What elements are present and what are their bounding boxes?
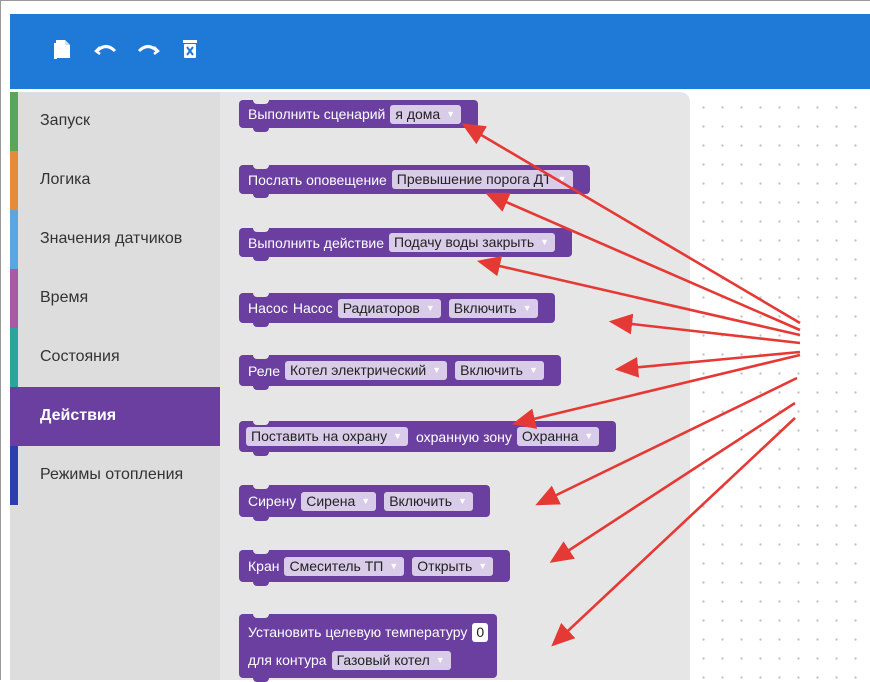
dropdown-arrow-icon: ▼ — [389, 560, 399, 571]
dropdown-arrow-icon: ▼ — [478, 560, 488, 571]
block-label: Выполнить сценарий — [248, 106, 386, 122]
block-send-notification[interactable]: Послать оповещение Превышение порога ДТ ▼ — [239, 165, 590, 198]
dropdown-value: Поставить на охрану — [251, 428, 388, 444]
block-label: Сирену — [248, 493, 297, 509]
category-sensor-values[interactable]: Значения датчиков — [10, 210, 220, 269]
circuit-dropdown[interactable]: Газовый котел ▼ — [331, 650, 451, 670]
block-valve[interactable]: Кран Смеситель ТП ▼ Открыть ▼ — [239, 550, 511, 586]
siren-state-dropdown[interactable]: Включить ▼ — [384, 491, 473, 511]
scenario-dropdown[interactable]: я дома ▼ — [390, 104, 462, 124]
category-heating-modes[interactable]: Режимы отопления — [10, 446, 220, 505]
category-actions[interactable]: Действия — [10, 387, 220, 446]
copy-icon[interactable] — [50, 38, 78, 66]
category-color-bar — [10, 210, 18, 269]
block-label: Насос — [292, 300, 333, 316]
block-label: Реле — [248, 362, 280, 379]
block-row: для контура Газовый котел ▼ — [248, 650, 459, 670]
category-color-bar — [10, 387, 18, 446]
block-set-target-temperature[interactable]: Установить целевую температуру 0 для кон… — [239, 614, 498, 682]
notification-dropdown[interactable]: Превышение порога ДТ ▼ — [391, 170, 573, 189]
category-label: Значения датчиков — [40, 230, 183, 247]
pump-dropdown[interactable]: Радиаторов ▼ — [337, 298, 441, 318]
category-label: Время — [40, 289, 89, 306]
dropdown-arrow-icon: ▼ — [458, 495, 467, 506]
arm-mode-dropdown[interactable]: Поставить на охрану ▼ — [246, 427, 409, 446]
relay-state-dropdown[interactable]: Включить ▼ — [455, 361, 544, 380]
dropdown-value: Открыть — [417, 557, 473, 574]
dropdown-arrow-icon: ▼ — [425, 302, 435, 313]
block-label: Установить целевую температуру — [248, 624, 468, 640]
category-label: Режимы отопления — [40, 466, 184, 483]
category-label: Запуск — [40, 112, 91, 129]
category-states[interactable]: Состояния — [10, 328, 220, 387]
category-start[interactable]: Запуск — [10, 92, 220, 151]
dropdown-value: Котел электрический — [290, 362, 427, 378]
dropdown-arrow-icon: ▼ — [432, 365, 442, 375]
undo-icon[interactable] — [92, 38, 120, 66]
category-label: Действия — [40, 407, 117, 424]
pump-state-dropdown[interactable]: Включить ▼ — [448, 298, 538, 318]
category-label: Логика — [40, 171, 91, 188]
dropdown-arrow-icon: ▼ — [446, 108, 456, 119]
category-color-bar — [10, 269, 18, 328]
block-label: Выполнить действие — [248, 234, 385, 251]
category-label: Состояния — [40, 348, 120, 365]
block-arm-security[interactable]: Поставить на охрану ▼ охранную зону Охран… — [239, 421, 617, 456]
dropdown-value: Радиаторов — [342, 299, 420, 316]
delete-icon[interactable] — [176, 38, 204, 66]
action-dropdown[interactable]: Подачу воды закрыть ▼ — [389, 233, 556, 252]
category-color-bar — [10, 92, 18, 151]
block-label: для контура — [248, 652, 327, 668]
block-run-action[interactable]: Выполнить действие Подачу воды закрыть ▼ — [239, 228, 573, 261]
dropdown-arrow-icon: ▼ — [584, 431, 594, 441]
dropdown-arrow-icon: ▼ — [540, 237, 550, 247]
toolbar — [10, 14, 870, 89]
block-label: охранную зону — [416, 428, 512, 445]
dropdown-arrow-icon: ▼ — [557, 174, 567, 184]
temperature-input[interactable]: 0 — [472, 622, 489, 642]
block-label: Кран — [248, 558, 280, 574]
valve-dropdown[interactable]: Смеситель ТП ▼ — [284, 556, 405, 576]
dropdown-value: я дома — [395, 105, 441, 122]
dropdown-arrow-icon: ▼ — [435, 654, 445, 665]
dropdown-value: Включить — [389, 492, 452, 509]
category-color-bar — [10, 446, 18, 505]
category-time[interactable]: Время — [10, 269, 220, 328]
dropdown-value: Включить — [453, 299, 517, 316]
valve-state-dropdown[interactable]: Открыть ▼ — [412, 556, 494, 576]
dropdown-value: Смеситель ТП — [289, 557, 384, 574]
siren-dropdown[interactable]: Сирена ▼ — [301, 491, 377, 511]
block-label: Насос — [248, 300, 288, 316]
category-color-bar — [10, 151, 18, 210]
relay-dropdown[interactable]: Котел электрический ▼ — [285, 361, 448, 380]
block-run-scenario[interactable]: Выполнить сценарий я дома ▼ — [239, 100, 479, 132]
dropdown-value: Сирена — [306, 492, 356, 509]
redo-icon[interactable] — [134, 38, 162, 66]
dropdown-value: Превышение порога ДТ — [396, 171, 552, 187]
category-color-bar — [10, 328, 18, 387]
dropdown-arrow-icon: ▼ — [361, 495, 371, 506]
dropdown-value: Газовый котел — [336, 651, 430, 668]
dropdown-value: Включить — [460, 362, 523, 378]
dropdown-arrow-icon: ▼ — [528, 365, 538, 375]
dropdown-arrow-icon: ▼ — [522, 302, 532, 313]
block-pump[interactable]: Насос Насос Радиаторов ▼ Включить ▼ — [239, 293, 555, 327]
category-logic[interactable]: Логика — [10, 151, 220, 210]
security-zone-dropdown[interactable]: Охранна ▼ — [516, 427, 600, 446]
dropdown-value: Подачу воды закрыть — [394, 234, 535, 250]
block-siren[interactable]: Сирену Сирена ▼ Включить ▼ — [239, 485, 490, 521]
workspace-canvas[interactable] — [690, 92, 870, 680]
dropdown-arrow-icon: ▼ — [393, 431, 403, 441]
block-relay[interactable]: Реле Котел электрический ▼ Включить ▼ — [239, 355, 561, 390]
category-sidebar: Запуск Логика Значения датчиков Время Со… — [10, 92, 220, 680]
block-row: Установить целевую температуру 0 — [248, 622, 489, 642]
dropdown-value: Охранна — [521, 428, 579, 444]
block-label: Послать оповещение — [248, 171, 387, 188]
